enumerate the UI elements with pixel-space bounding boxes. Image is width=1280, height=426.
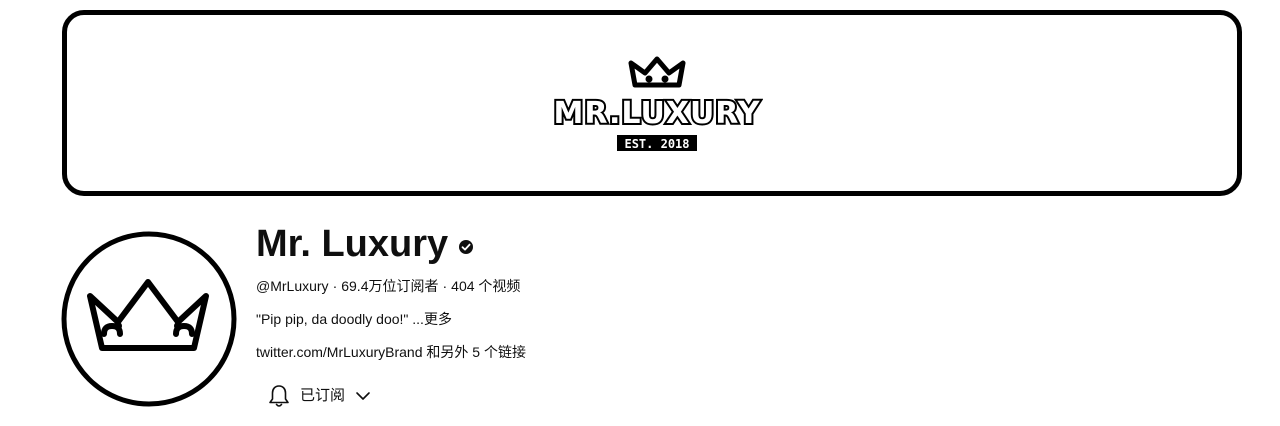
channel-banner: MR.LUXURY EST. 2018 [62,10,1242,196]
subscriber-count: 69.4万位订阅者 [341,278,439,294]
video-count: 404 个视频 [451,278,521,294]
channel-description[interactable]: "Pip pip, da doodly doo!" ...更多 [256,309,1016,329]
channel-links[interactable]: twitter.com/MrLuxuryBrand 和另外 5 个链接 [256,342,1016,362]
banner-logo: MR.LUXURY EST. 2018 [552,56,762,151]
channel-meta: @MrLuxury · 69.4万位订阅者 · 404 个视频 [256,276,1016,296]
channel-info: Mr. Luxury @MrLuxury · 69.4万位订阅者 · 404 个视频 "… [256,218,1016,362]
channel-avatar[interactable] [60,230,238,408]
channel-handle: @MrLuxury [256,278,329,294]
verified-badge-icon [459,240,474,254]
subscribed-label: 已订阅 [300,387,346,404]
subscribed-button[interactable]: 已订阅 [268,382,371,410]
primary-link[interactable]: twitter.com/MrLuxuryBrand [256,344,423,360]
more-link[interactable]: 更多 [424,311,452,327]
chevron-down-icon[interactable] [355,390,371,402]
banner-crown-icon [628,56,686,88]
banner-brand-text: MR.LUXURY [554,96,761,131]
title-row: Mr. Luxury [256,218,1016,270]
meta-separator: · [332,278,338,294]
bell-icon [269,385,289,407]
meta-separator: · [442,278,448,294]
banner-est-text: EST. 2018 [624,137,689,151]
more-links[interactable]: 和另外 5 个链接 [426,344,526,360]
description-text: "Pip pip, da doodly doo!" ... [256,311,424,327]
channel-name: Mr. Luxury [256,223,449,265]
